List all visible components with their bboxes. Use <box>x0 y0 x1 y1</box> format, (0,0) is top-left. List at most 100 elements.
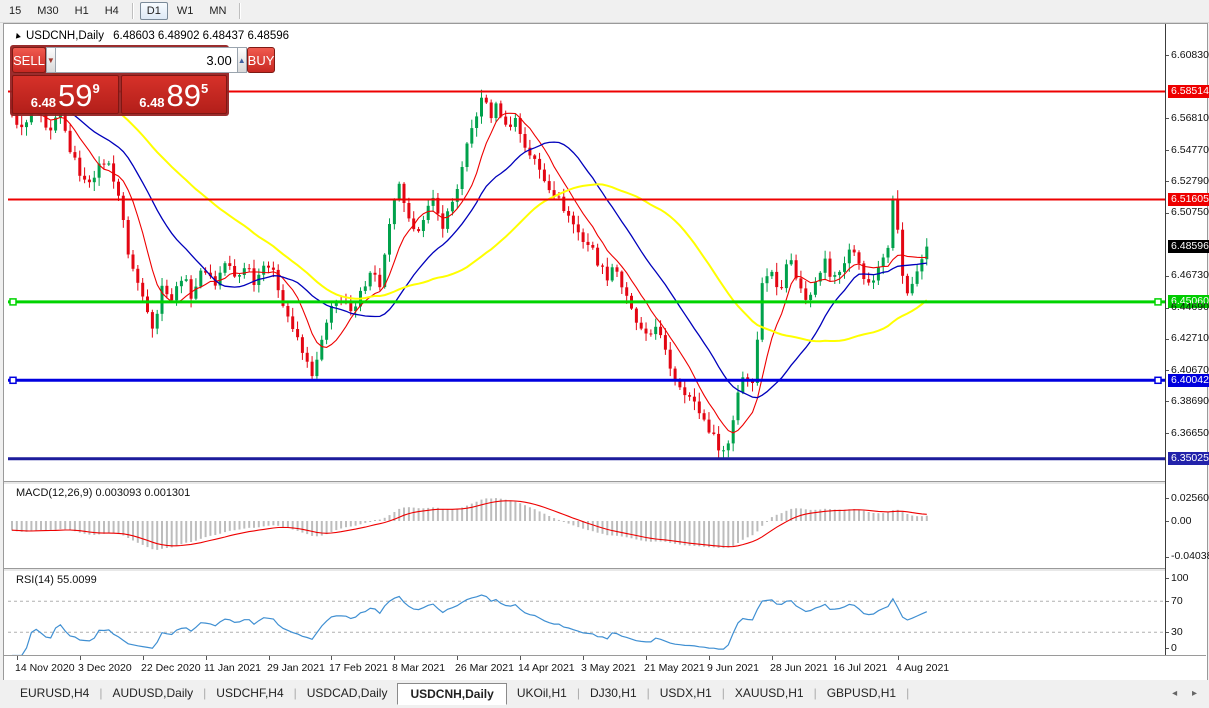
axis-tick-mark <box>1166 521 1169 522</box>
price-axis[interactable]: 6.60830 6.58514 6.56810 6.54770 6.52790 6.516… <box>1165 24 1209 655</box>
chart-tab-audusd[interactable]: AUDUSD,Daily <box>102 683 203 703</box>
date-label: 16 Jul 2021 <box>833 662 888 674</box>
axis-tick-mark <box>1166 370 1169 371</box>
axis-tick-mark <box>1166 632 1169 633</box>
date-label: 4 Aug 2021 <box>896 662 950 674</box>
price-tick-label: 6.56810 <box>1171 112 1209 124</box>
price-tick-label: 6.50750 <box>1171 206 1209 218</box>
chart-tab-bar: EURUSD,H4 | AUDUSD,Daily | USDCHF,H4 | USDCAD,… <box>0 680 1209 708</box>
date-tick-mark <box>709 656 710 660</box>
timeframe-toolbar: 15 M30 H1 H4 D1 W1 MN <box>0 0 1209 23</box>
buy-price-big: 89 <box>166 78 202 113</box>
axis-tick-mark <box>1166 401 1169 402</box>
axis-tick-mark <box>1166 498 1169 499</box>
arrow-down-icon: ▼ <box>46 55 55 65</box>
date-tick-mark <box>80 656 81 660</box>
macd-tick-label: 0.025609 <box>1171 492 1209 504</box>
chart-tab-dj30[interactable]: DJ30,H1 <box>580 683 647 703</box>
volume-input[interactable] <box>55 47 237 73</box>
chart-tab-usdcad[interactable]: USDCAD,Daily <box>297 683 398 703</box>
timeframe-button-15[interactable]: 15 <box>2 2 28 20</box>
volume-increase-button[interactable]: ▲ <box>236 47 247 73</box>
price-tick-label: 6.60830 <box>1171 49 1209 61</box>
price-tick-label: 6.44690 <box>1171 301 1209 313</box>
rsi-line <box>12 594 928 655</box>
chart-tab-gbpusd[interactable]: GBPUSD,H1 <box>817 683 906 703</box>
macd-svg <box>11 498 928 550</box>
toolbar-separator <box>131 3 134 19</box>
price-tick-label: 6.46730 <box>1171 269 1209 281</box>
axis-tick-mark <box>1166 276 1169 277</box>
timeframe-button-w1[interactable]: W1 <box>170 2 201 20</box>
date-label: 14 Apr 2021 <box>518 662 575 674</box>
horizontal-level-lines[interactable] <box>8 90 1165 461</box>
price-tick-label: 6.54770 <box>1171 144 1209 156</box>
candles <box>10 89 929 460</box>
tab-scroll-arrows[interactable]: ◂ ▸ <box>1172 688 1203 699</box>
axis-tick-mark <box>1166 648 1169 649</box>
timeframe-button-m30[interactable]: M30 <box>30 2 65 20</box>
price-tick-label: 6.52790 <box>1171 175 1209 187</box>
date-tick-mark <box>772 656 773 660</box>
price-tick-label: 6.38690 <box>1171 395 1209 407</box>
axis-tick-mark <box>1166 578 1169 579</box>
date-tick-mark <box>143 656 144 660</box>
date-label: 21 May 2021 <box>644 662 705 674</box>
date-label: 26 Mar 2021 <box>455 662 514 674</box>
axis-tick-mark <box>1166 433 1169 434</box>
axis-tick-mark <box>1166 557 1169 558</box>
date-tick-mark <box>646 656 647 660</box>
date-label: 22 Dec 2020 <box>141 662 201 674</box>
timeframe-button-h4[interactable]: H4 <box>98 2 126 20</box>
chart-window: ▲ USDCNH,Daily 6.48603 6.48902 6.48437 6… <box>3 23 1209 682</box>
volume-decrease-button[interactable]: ▼ <box>45 47 56 73</box>
buy-button[interactable]: BUY <box>246 47 276 73</box>
timeframe-button-mn[interactable]: MN <box>202 2 233 20</box>
timeframe-button-d1[interactable]: D1 <box>139 2 168 20</box>
timeframe-button-h1[interactable]: H1 <box>68 2 96 20</box>
date-label: 8 Mar 2021 <box>392 662 446 674</box>
axis-tick-mark <box>1166 118 1169 119</box>
chart-tab-usdcnh[interactable]: USDCNH,Daily <box>397 683 507 705</box>
macd-signal-line <box>11 500 927 548</box>
chart-tab-xauusd[interactable]: XAUUSD,H1 <box>725 683 814 703</box>
axis-tick-mark <box>1166 339 1169 340</box>
rsi-indicator-panel[interactable]: RSI(14) 55.0099 <box>8 570 1165 655</box>
sell-price-prefix: 6.48 <box>30 95 57 110</box>
chart-ohlc-values: 6.48603 6.48902 6.48437 6.48596 <box>113 30 290 42</box>
rsi-tick-label: 100 <box>1171 572 1189 584</box>
date-tick-mark <box>331 656 332 660</box>
current-price-label: 6.48596 <box>1168 240 1209 253</box>
chart-tab-usdchf[interactable]: USDCHF,H4 <box>206 683 293 703</box>
axis-tick-mark <box>1166 308 1169 309</box>
toolbar-separator <box>239 3 242 19</box>
chart-tab-usdx[interactable]: USDX,H1 <box>650 683 722 703</box>
rsi-tick-label: 0 <box>1171 642 1177 654</box>
macd-histogram <box>11 498 928 550</box>
axis-tick-mark <box>1166 55 1169 56</box>
date-tick-mark <box>394 656 395 660</box>
price-tick-label: 6.40042 <box>1168 374 1209 387</box>
one-click-trading-panel: SELL ▼ ▲ BUY 6.48 59 9 6.48 89 5 <box>10 45 276 116</box>
date-tick-mark <box>269 656 270 660</box>
rsi-tick-label: 30 <box>1171 626 1183 638</box>
sell-price-display[interactable]: 6.48 59 9 <box>12 75 119 114</box>
macd-tick-label: 0.00 <box>1171 515 1192 527</box>
moving-average-21 <box>11 81 927 399</box>
date-tick-mark <box>457 656 458 660</box>
chart-tab-eurusd[interactable]: EURUSD,H4 <box>10 683 99 703</box>
buy-price-display[interactable]: 6.48 89 5 <box>120 75 227 114</box>
axis-tick-mark <box>1166 150 1169 151</box>
sell-price-big: 59 <box>58 78 93 113</box>
sell-price-sup: 9 <box>92 81 100 96</box>
sell-button[interactable]: SELL <box>12 47 46 73</box>
date-tick-mark <box>17 656 18 660</box>
chart-title: USDCNH,Daily 6.48603 6.48902 6.48437 6.4… <box>26 30 289 42</box>
macd-indicator-panel[interactable]: MACD(12,26,9) 0.003093 0.001301 <box>8 483 1165 568</box>
price-tick-label: 6.36650 <box>1171 427 1209 439</box>
date-axis[interactable]: 14 Nov 2020 3 Dec 2020 22 Dec 2020 11 Jan 2… <box>4 656 1206 679</box>
chart-symbol-period: USDCNH,Daily <box>26 30 104 42</box>
chart-tab-ukoil[interactable]: UKOil,H1 <box>507 683 577 703</box>
tabs-container: EURUSD,H4 | AUDUSD,Daily | USDCHF,H4 | USDCAD,… <box>10 683 909 705</box>
date-tick-mark <box>206 656 207 660</box>
